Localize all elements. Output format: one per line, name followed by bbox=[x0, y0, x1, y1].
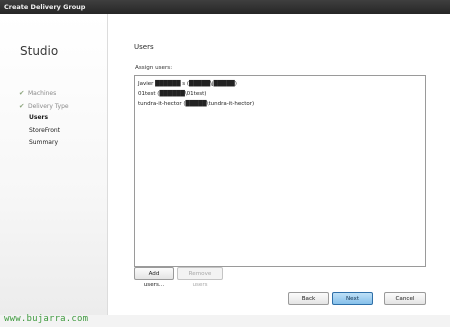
step-machines[interactable]: ✔ Machines bbox=[19, 87, 69, 100]
list-item[interactable]: Javier ██████ s (█████\j█████) bbox=[138, 79, 422, 89]
checkmark-icon: ✔ bbox=[19, 101, 25, 110]
step-label: Users bbox=[29, 114, 49, 121]
studio-brand: Studio bbox=[20, 44, 59, 58]
checkmark-icon: ✔ bbox=[19, 89, 25, 97]
next-button[interactable]: Next bbox=[332, 292, 373, 305]
step-label: Summary bbox=[29, 139, 58, 146]
remove-users-button[interactable]: Remove users bbox=[177, 267, 223, 288]
add-users-button[interactable]: Add users... bbox=[134, 267, 174, 288]
list-item[interactable]: 01test (██████\01test) bbox=[138, 89, 422, 99]
watermark-text: www.bujarra.com bbox=[4, 314, 89, 324]
window-title: Create Delivery Group bbox=[4, 3, 86, 11]
wizard-sidebar: Studio ✔ Machines ✔ Delivery Type Users St… bbox=[0, 14, 108, 315]
back-button[interactable]: Back bbox=[288, 292, 329, 305]
window-title-bar: Create Delivery Group bbox=[0, 0, 450, 14]
user-list[interactable]: Javier ██████ s (█████\j█████) 01test (█… bbox=[134, 75, 426, 267]
wizard-main-panel: Users Assign users: Javier ██████ s (███… bbox=[108, 14, 450, 315]
step-label: Machines bbox=[28, 90, 57, 97]
step-label: StoreFront bbox=[29, 126, 61, 134]
step-delivery-type[interactable]: ✔ Delivery Type bbox=[19, 100, 69, 113]
page-title: Users bbox=[134, 43, 154, 51]
cancel-button[interactable]: Cancel bbox=[384, 292, 426, 305]
wizard-steps: ✔ Machines ✔ Delivery Type Users StoreFron… bbox=[19, 87, 69, 150]
step-label: Delivery Type bbox=[28, 102, 69, 110]
list-item[interactable]: tundra-it-hector (█████\tundra-it-hector… bbox=[138, 99, 422, 109]
step-storefront: StoreFront bbox=[19, 125, 69, 138]
step-users[interactable]: Users bbox=[19, 112, 69, 125]
step-summary: Summary bbox=[19, 137, 69, 150]
assign-users-label: Assign users: bbox=[135, 65, 173, 71]
